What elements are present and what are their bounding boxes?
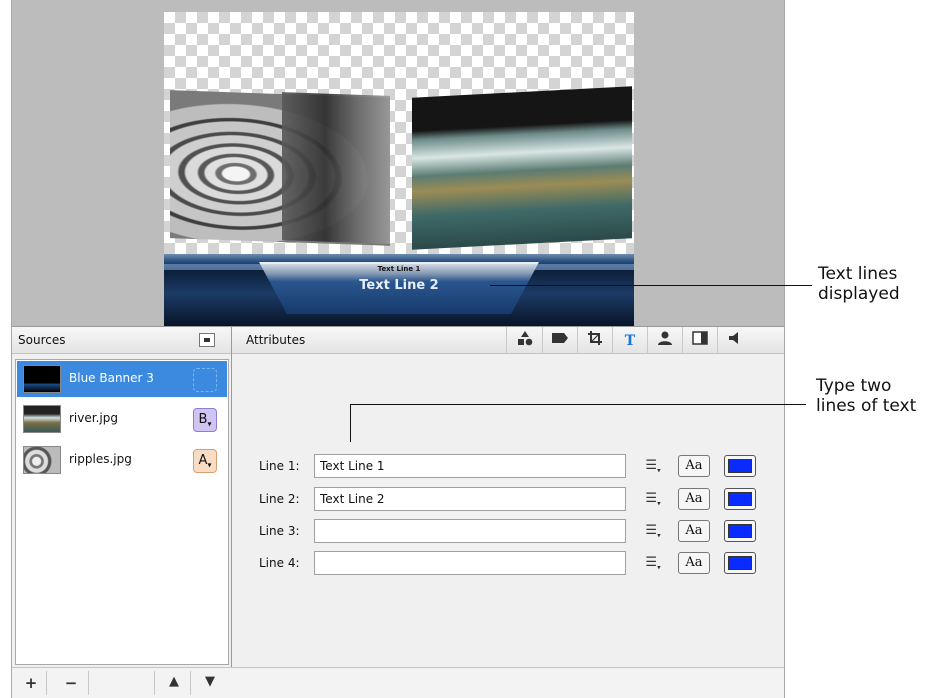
font-button[interactable]: Aa — [678, 520, 710, 542]
callout-line: lines of text — [816, 396, 917, 416]
line-1-label: Line 1: — [259, 459, 300, 473]
divider — [154, 671, 155, 695]
align-menu-icon[interactable]: ☰▾ — [642, 455, 664, 477]
line-3-input[interactable] — [314, 519, 626, 543]
divider — [88, 671, 89, 695]
source-thumbnail — [23, 365, 61, 393]
text-color-button[interactable] — [724, 520, 756, 542]
sources-header: Sources — [12, 327, 231, 354]
text-color-button[interactable] — [724, 488, 756, 510]
callout-text-lines-displayed: Text lines displayed — [818, 264, 900, 304]
align-menu-icon[interactable]: ☰▾ — [642, 520, 664, 542]
tag-icon[interactable] — [548, 330, 572, 352]
person-icon[interactable] — [653, 330, 677, 352]
add-source-button[interactable]: + — [20, 674, 42, 692]
font-button[interactable]: Aa — [678, 552, 710, 574]
font-button[interactable]: Aa — [678, 455, 710, 477]
divider — [46, 671, 47, 695]
source-name: Blue Banner 3 — [69, 371, 154, 385]
callout-line-displayed — [490, 285, 812, 286]
app-window: Text Line 1 Text Line 2 Sources Blue Ban… — [11, 0, 785, 698]
source-name: river.jpg — [69, 411, 118, 425]
line-4-label: Line 4: — [259, 556, 300, 570]
callout-line-type-vertical — [350, 404, 351, 442]
source-badge-empty[interactable] — [193, 368, 217, 392]
sources-footer: + − ▲ ▼ — [12, 667, 232, 698]
callout-type-two-lines: Type two lines of text — [816, 376, 916, 416]
divider — [506, 327, 507, 354]
attributes-pane: Attributes T Line 1: Text Line 1 ☰▾ Aa L… — [232, 327, 784, 698]
attributes-header: Attributes T — [232, 327, 784, 354]
sources-list: Blue Banner 3 river.jpg B▾ ripples.jpg A… — [15, 359, 229, 665]
source-item-ripples[interactable]: ripples.jpg A▾ — [17, 442, 227, 478]
source-thumbnail — [23, 405, 61, 433]
panel-icon[interactable] — [688, 330, 712, 352]
speaker-icon[interactable] — [723, 330, 747, 352]
banner-text-line-1: Text Line 1 — [377, 265, 421, 273]
move-up-button[interactable]: ▲ — [163, 674, 185, 689]
sources-title: Sources — [18, 333, 66, 347]
bottom-panes: Sources Blue Banner 3 river.jpg B▾ rippl… — [12, 327, 784, 698]
source-item-blue-banner-3[interactable]: Blue Banner 3 — [17, 361, 227, 397]
sources-pane: Sources Blue Banner 3 river.jpg B▾ rippl… — [12, 327, 232, 698]
callout-line: displayed — [818, 284, 900, 304]
text-color-button[interactable] — [724, 455, 756, 477]
rock-image-overlay — [282, 92, 390, 244]
preview-canvas[interactable]: Text Line 1 Text Line 2 — [164, 12, 634, 326]
line-2-input[interactable] — [314, 487, 626, 511]
river-image — [412, 86, 632, 250]
source-name: ripples.jpg — [69, 452, 132, 466]
source-badge-b[interactable]: B▾ — [193, 408, 217, 432]
divider — [542, 327, 543, 354]
divider — [717, 327, 718, 354]
attributes-title: Attributes — [246, 333, 306, 347]
text-color-button[interactable] — [724, 552, 756, 574]
divider — [577, 327, 578, 354]
sources-view-toggle-icon[interactable] — [199, 333, 215, 347]
blue-banner: Text Line 1 Text Line 2 — [164, 254, 634, 326]
callout-line: Type two — [816, 376, 892, 396]
line-3-label: Line 3: — [259, 524, 300, 538]
line-4-input[interactable] — [314, 551, 626, 575]
source-thumbnail — [23, 446, 61, 474]
line-1-input[interactable] — [314, 454, 626, 478]
move-down-button[interactable]: ▼ — [199, 674, 221, 689]
callout-line-type — [350, 404, 806, 405]
callout-line: Text lines — [818, 264, 898, 284]
line-2-label: Line 2: — [259, 492, 300, 506]
divider — [682, 327, 683, 354]
align-menu-icon[interactable]: ☰▾ — [642, 488, 664, 510]
crop-icon[interactable] — [583, 330, 607, 352]
shapes-icon[interactable] — [513, 330, 537, 352]
attributes-footer — [232, 667, 784, 698]
divider — [647, 327, 648, 354]
font-button[interactable]: Aa — [678, 488, 710, 510]
banner-plate: Text Line 1 Text Line 2 — [259, 262, 539, 314]
align-menu-icon[interactable]: ☰▾ — [642, 552, 664, 574]
divider — [612, 327, 613, 354]
source-badge-a[interactable]: A▾ — [193, 449, 217, 473]
divider — [190, 671, 191, 695]
source-item-river[interactable]: river.jpg B▾ — [17, 401, 227, 437]
remove-source-button[interactable]: − — [60, 674, 82, 692]
text-icon[interactable]: T — [618, 330, 642, 352]
preview-area: Text Line 1 Text Line 2 — [12, 0, 784, 327]
